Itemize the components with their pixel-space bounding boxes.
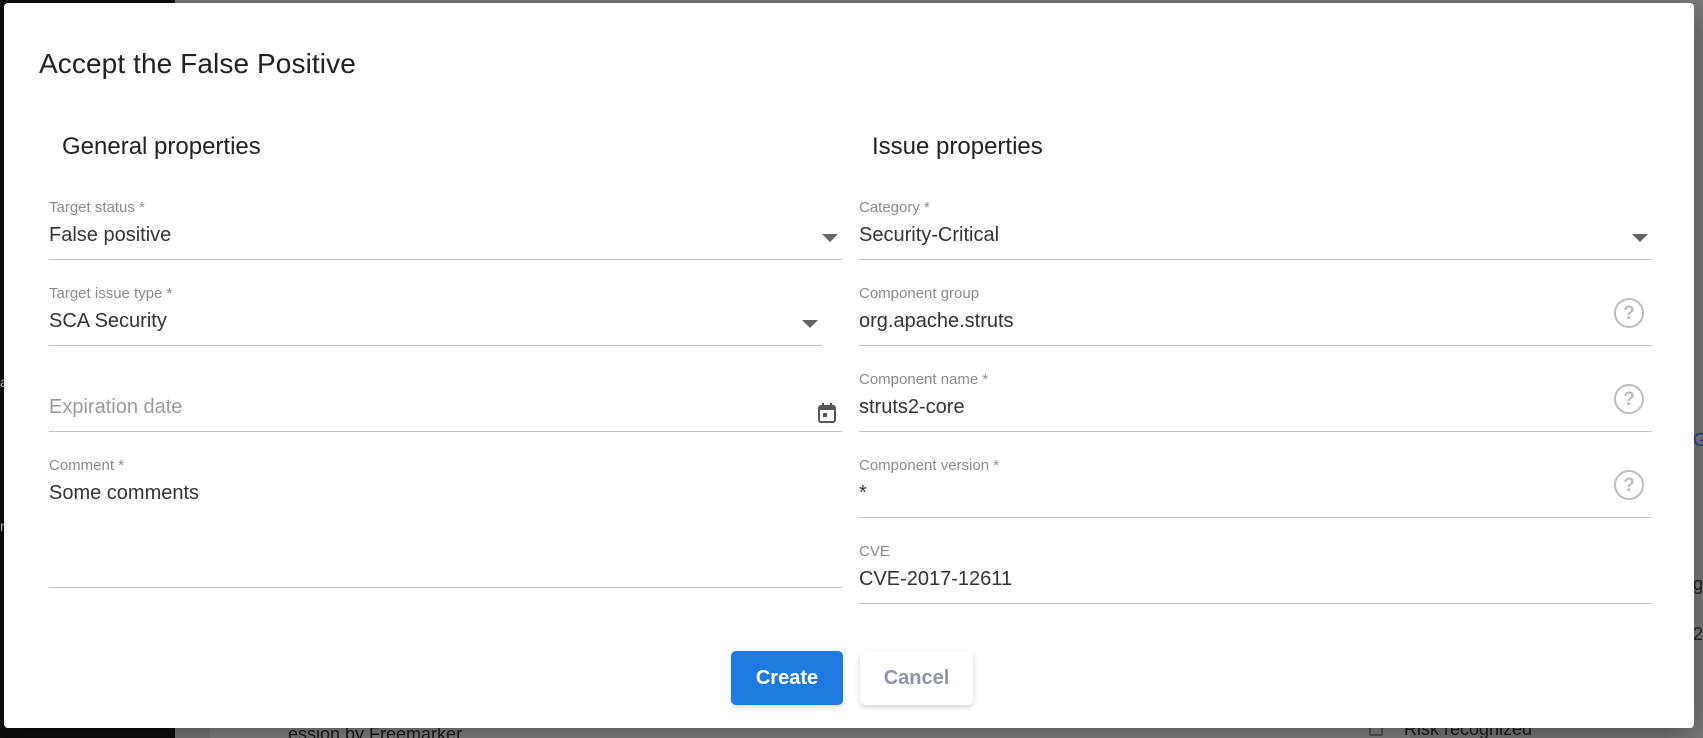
dialog-title: Accept the False Positive (39, 48, 356, 79)
field-underline (859, 603, 1652, 604)
component-name-field[interactable]: Component name * struts2-core ? (859, 371, 1652, 432)
target-issue-type-value: SCA Security (49, 310, 167, 332)
component-name-value: struts2-core (859, 396, 965, 418)
target-issue-type-select[interactable]: Target issue type * SCA Security (49, 285, 822, 346)
component-version-field[interactable]: Component version * * ? (859, 457, 1652, 518)
chevron-down-icon[interactable] (822, 234, 838, 242)
component-version-value: * (859, 482, 867, 504)
field-underline (859, 517, 1652, 518)
help-icon[interactable]: ? (1614, 470, 1644, 500)
cancel-button[interactable]: Cancel (860, 651, 973, 705)
component-name-label: Component name * (859, 371, 989, 388)
chevron-down-icon[interactable] (1632, 234, 1648, 242)
target-status-label: Target status * (49, 199, 145, 216)
chevron-down-icon[interactable] (802, 320, 818, 328)
target-status-select[interactable]: Target status * False positive (49, 199, 842, 260)
field-underline (859, 345, 1652, 346)
field-underline (859, 259, 1652, 260)
component-group-field[interactable]: Component group org.apache.struts ? (859, 285, 1652, 346)
field-underline (49, 259, 842, 260)
calendar-icon[interactable] (818, 403, 836, 423)
cve-field[interactable]: CVE CVE-2017-12611 (859, 543, 1652, 604)
component-group-label: Component group (859, 285, 980, 302)
category-value: Security-Critical (859, 224, 1000, 246)
expiration-date-field[interactable]: Expiration date (49, 371, 842, 432)
field-underline (49, 345, 822, 346)
comment-label: Comment * (49, 457, 125, 474)
comment-value: Some comments (49, 482, 200, 504)
field-underline (49, 587, 842, 588)
field-underline (859, 431, 1652, 432)
component-group-value: org.apache.struts (859, 310, 1014, 332)
background-edge-text: g (1693, 574, 1703, 594)
background-edge-text: 2 (1693, 624, 1703, 644)
comment-textarea[interactable]: Comment * Some comments (49, 457, 842, 588)
background-edge-text: G (1693, 430, 1703, 450)
create-button[interactable]: Create (731, 651, 843, 705)
accept-false-positive-dialog: Accept the False Positive General proper… (4, 3, 1694, 728)
issue-properties-heading: Issue properties (872, 133, 1043, 160)
help-icon[interactable]: ? (1614, 384, 1644, 414)
cve-value: CVE-2017-12611 (859, 568, 1013, 590)
expiration-date-placeholder: Expiration date (49, 396, 183, 418)
category-select[interactable]: Category * Security-Critical (859, 199, 1652, 260)
general-properties-heading: General properties (62, 133, 261, 160)
cve-label: CVE (859, 543, 890, 560)
target-issue-type-label: Target issue type * (49, 285, 173, 302)
help-icon[interactable]: ? (1614, 298, 1644, 328)
field-underline (49, 431, 842, 432)
target-status-value: False positive (49, 224, 172, 246)
category-label: Category * (859, 199, 930, 216)
component-version-label: Component version * (859, 457, 1000, 474)
